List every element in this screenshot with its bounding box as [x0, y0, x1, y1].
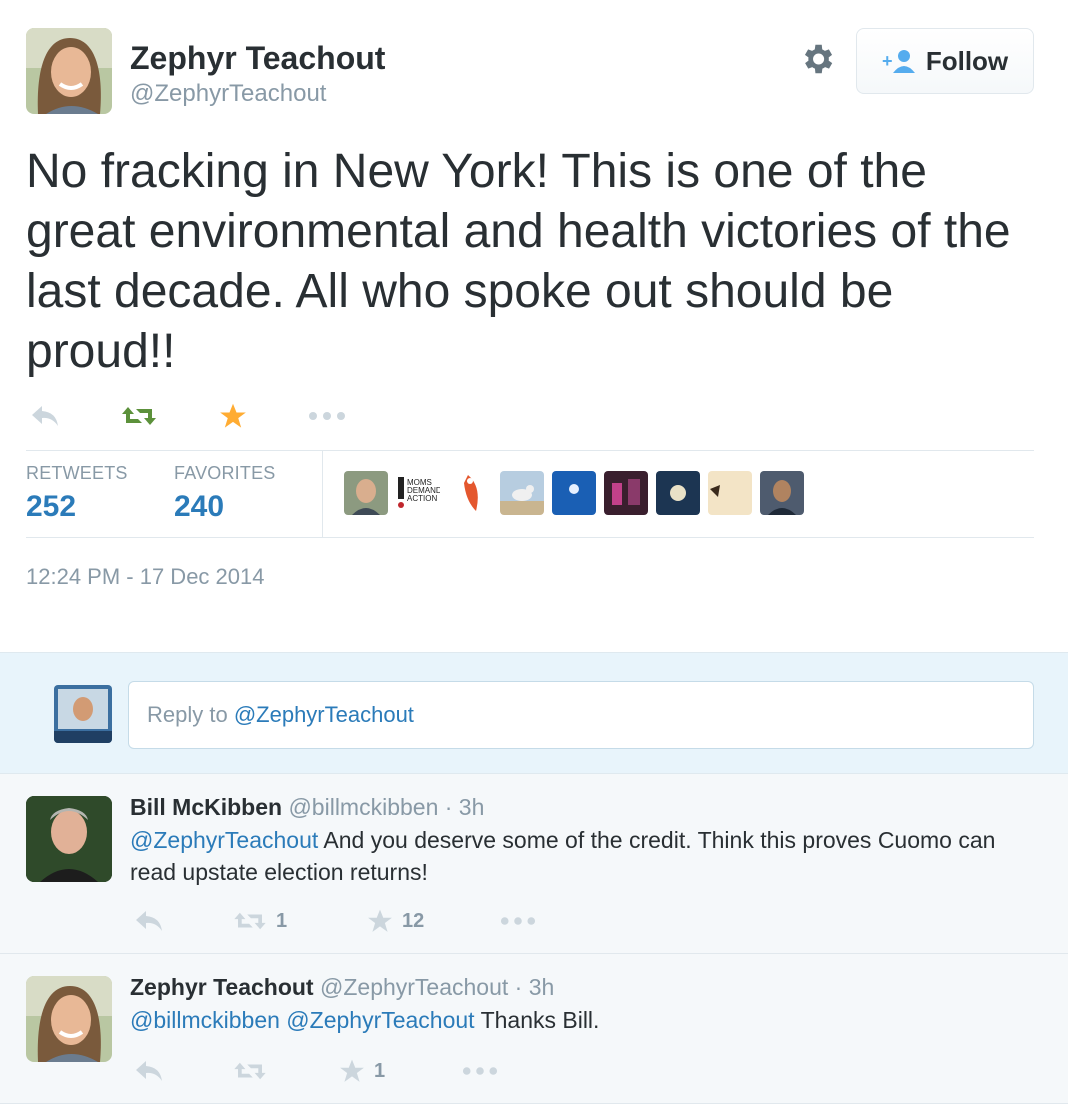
reply-author-name[interactable]: Bill McKibben	[130, 794, 282, 820]
reply-composer: Reply to @ZephyrTeachout	[0, 652, 1068, 774]
favorites-count[interactable]: 240	[174, 490, 276, 524]
reply-placeholder-prefix: Reply to	[147, 702, 234, 727]
favoriter-avatar[interactable]	[604, 471, 648, 515]
svg-text:ACTION: ACTION	[407, 494, 437, 503]
mention-link[interactable]: @ZephyrTeachout	[286, 1007, 474, 1033]
reply-body: Thanks Bill.	[480, 1007, 600, 1033]
retweet-arrows-icon	[234, 1062, 266, 1080]
reply-placeholder-mention: @ZephyrTeachout	[233, 702, 414, 727]
favorites-label: FAVORITES	[174, 463, 276, 483]
ellipsis-icon[interactable]	[308, 396, 346, 436]
follow-label: Follow	[925, 45, 1009, 76]
reply-arrow-icon[interactable]	[134, 1054, 164, 1088]
reply-author-name[interactable]: Zephyr Teachout	[130, 974, 314, 1000]
favoriter-avatar[interactable]	[656, 471, 700, 515]
ellipsis-icon[interactable]	[500, 904, 536, 938]
retweet-button[interactable]	[232, 1054, 276, 1088]
reply-time[interactable]: · 3h	[445, 794, 485, 820]
favoriter-avatar[interactable]	[344, 471, 388, 515]
mention-link[interactable]: @billmckibben	[130, 1007, 280, 1033]
reply-arrow-icon[interactable]	[30, 396, 60, 436]
star-icon[interactable]	[218, 396, 248, 436]
retweets-count[interactable]: 252	[26, 490, 128, 524]
favoriter-avatar[interactable]	[500, 471, 544, 515]
reply-tweet[interactable]: Bill McKibben @billmckibben · 3h @Zephyr…	[0, 774, 1068, 954]
retweet-button[interactable]: 1	[232, 904, 287, 938]
author-handle[interactable]: @ZephyrTeachout	[130, 80, 326, 108]
favorite-count: 12	[402, 909, 425, 932]
favoriter-avatar[interactable]: MOMS DEMAND ACTION	[396, 471, 440, 515]
retweet-count: 1	[276, 909, 288, 932]
tweet-timestamp[interactable]: 12:24 PM - 17 Dec 2014	[26, 564, 264, 590]
favoriter-avatar[interactable]	[760, 471, 804, 515]
reply-actions: 1 12	[130, 904, 550, 938]
reply-author-handle[interactable]: @billmckibben	[288, 794, 438, 820]
reply-text: @ZephyrTeachout And you deserve some of …	[130, 824, 1030, 888]
ellipsis-icon[interactable]	[462, 1054, 498, 1088]
current-user-avatar	[54, 685, 112, 743]
star-icon	[340, 1059, 364, 1082]
reply-input[interactable]: Reply to @ZephyrTeachout	[128, 681, 1034, 749]
tweet-actions	[26, 396, 366, 436]
reply-author-avatar[interactable]	[26, 976, 112, 1062]
retweet-arrows-icon	[234, 912, 266, 930]
reply-header: Zephyr Teachout @ZephyrTeachout · 3h	[130, 974, 554, 1001]
favoriter-avatar[interactable]	[552, 471, 596, 515]
retweet-arrows-icon[interactable]	[120, 396, 158, 436]
tweet-text: No fracking in New York! This is one of …	[26, 145, 1011, 378]
favoriter-avatar[interactable]	[448, 471, 492, 515]
reply-header: Bill McKibben @billmckibben · 3h	[130, 794, 484, 821]
mention-link[interactable]: @ZephyrTeachout	[130, 827, 318, 853]
author-name[interactable]: Zephyr Teachout	[130, 40, 385, 77]
retweets-label: RETWEETS	[26, 463, 128, 483]
retweets-stat[interactable]: RETWEETS 252	[26, 463, 128, 524]
reply-tweet[interactable]: Zephyr Teachout @ZephyrTeachout · 3h @bi…	[0, 954, 1068, 1104]
reply-author-avatar[interactable]	[26, 796, 112, 882]
follow-button[interactable]: + Follow	[856, 28, 1034, 94]
reply-time[interactable]: · 3h	[515, 974, 555, 1000]
favorites-stat[interactable]: FAVORITES 240	[174, 463, 276, 524]
reply-actions: 1	[130, 1054, 550, 1088]
author-avatar[interactable]	[26, 28, 112, 114]
stats-divider	[322, 451, 323, 537]
favorite-button[interactable]: 12	[366, 904, 424, 938]
reply-text: @billmckibben @ZephyrTeachout Thanks Bil…	[130, 1004, 1030, 1036]
favorite-button[interactable]: 1	[338, 1054, 385, 1088]
tweet-stats: RETWEETS 252 FAVORITES 240 MOMS DEMAND ACT…	[26, 450, 1034, 538]
favorite-count: 1	[374, 1059, 386, 1082]
gear-icon[interactable]	[798, 40, 836, 78]
reply-arrow-icon[interactable]	[134, 904, 164, 938]
favoriter-avatar[interactable]	[708, 471, 752, 515]
main-tweet: Zephyr Teachout @ZephyrTeachout + Follow…	[0, 0, 1068, 652]
svg-text:+: +	[882, 51, 893, 71]
reply-author-handle[interactable]: @ZephyrTeachout	[320, 974, 508, 1000]
star-icon	[368, 909, 392, 932]
add-user-icon: +	[882, 50, 915, 73]
